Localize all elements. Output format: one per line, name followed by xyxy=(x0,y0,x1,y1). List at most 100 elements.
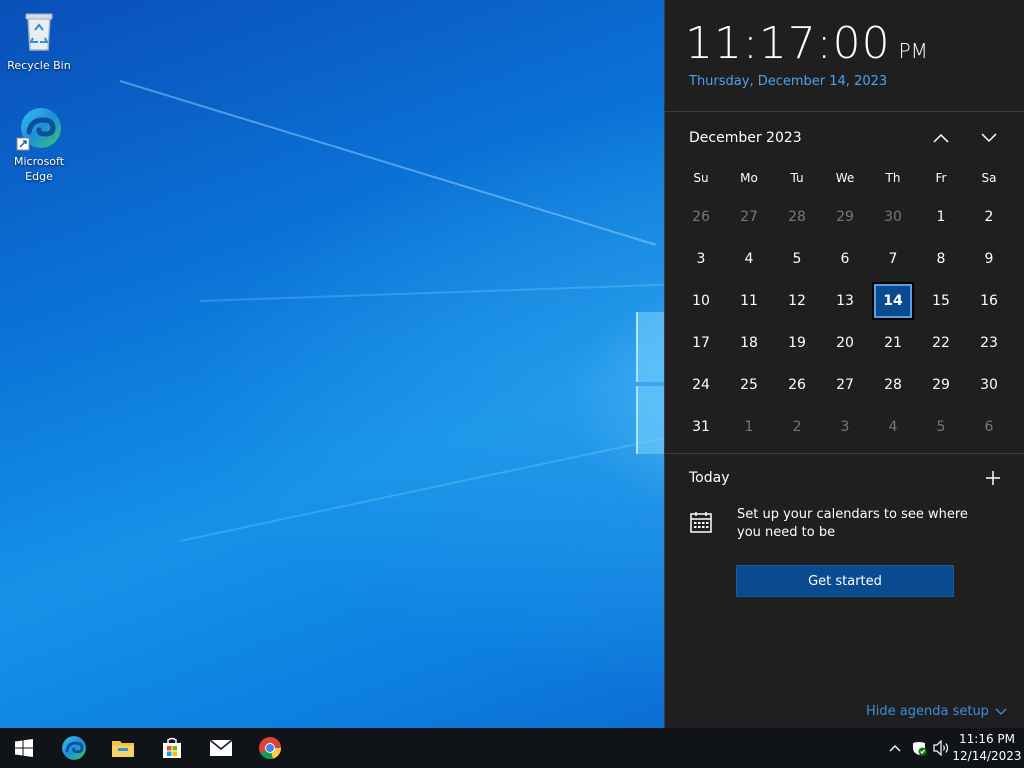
calendar-day-outside-month[interactable]: 3 xyxy=(821,406,869,448)
calendar-day-outside-month[interactable]: 2 xyxy=(773,406,821,448)
weekday-header: Mo xyxy=(740,171,758,185)
previous-month-button[interactable] xyxy=(925,124,957,152)
taskbar-store-button[interactable] xyxy=(148,728,196,768)
chevron-up-icon xyxy=(889,745,901,752)
desktop-icon-label: Microsoft Edge xyxy=(13,155,65,183)
calendar-day-outside-month[interactable]: 29 xyxy=(821,196,869,238)
start-button[interactable] xyxy=(0,728,48,768)
taskbar-time: 11:16 PM xyxy=(959,732,1015,746)
calendar-day[interactable]: 26 xyxy=(773,364,821,406)
wallpaper-beam xyxy=(179,436,670,542)
agenda-today-label: Today xyxy=(689,470,730,486)
calendar-day[interactable]: 5 xyxy=(773,238,821,280)
start-icon xyxy=(15,739,33,757)
divider xyxy=(665,453,1024,454)
calendar-day[interactable]: 7 xyxy=(869,238,917,280)
calendar-flyout: 11:17:00 PM Thursday, December 14, 2023 D… xyxy=(664,0,1024,728)
taskbar-file-explorer-button[interactable] xyxy=(99,728,147,768)
calendar-day[interactable]: 11 xyxy=(725,280,773,322)
volume-icon xyxy=(933,740,949,756)
calendar-day-today[interactable]: 14 xyxy=(869,280,917,322)
calendar-day-outside-month[interactable]: 1 xyxy=(725,406,773,448)
calendar-day[interactable]: 29 xyxy=(917,364,965,406)
calendar-day[interactable]: 2 xyxy=(965,196,1013,238)
calendar-day[interactable]: 22 xyxy=(917,322,965,364)
wallpaper-beam xyxy=(199,283,680,302)
calendar-day[interactable]: 9 xyxy=(965,238,1013,280)
next-month-button[interactable] xyxy=(973,124,1005,152)
weekday-header: We xyxy=(835,171,855,185)
agenda-setup-message: Set up your calendars to see where you n… xyxy=(737,507,968,540)
clock-ampm: PM xyxy=(898,39,928,63)
volume-tray-button[interactable] xyxy=(932,738,952,758)
calendar-day[interactable]: 12 xyxy=(773,280,821,322)
chrome-icon xyxy=(259,737,281,760)
calendar-day-number: 14 xyxy=(872,282,914,320)
edge-icon xyxy=(62,736,86,760)
clock-time: 11:17:00 xyxy=(685,18,891,69)
clock-date-link[interactable]: Thursday, December 14, 2023 xyxy=(689,74,887,89)
chevron-down-icon xyxy=(981,133,997,143)
weekday-header: Tu xyxy=(790,171,804,185)
calendar-grid: Su Mo Tu We Th Fr Sa 26 27 28 29 30 1 2 3 4 5 6 7 8 9 10 11 12 1… xyxy=(677,160,1013,448)
calendar-day[interactable]: 19 xyxy=(773,322,821,364)
calendar-day[interactable]: 17 xyxy=(677,322,725,364)
plus-icon xyxy=(986,471,1000,485)
calendar-day[interactable]: 1 xyxy=(917,196,965,238)
taskbar-clock[interactable]: 11:16 PM 12/14/2023 xyxy=(952,731,1022,765)
calendar-day[interactable]: 15 xyxy=(917,280,965,322)
calendar-day[interactable]: 6 xyxy=(821,238,869,280)
calendar-day[interactable]: 31 xyxy=(677,406,725,448)
security-icon xyxy=(913,742,927,756)
chevron-down-icon xyxy=(995,708,1007,715)
calendar-day[interactable]: 10 xyxy=(677,280,725,322)
get-started-button[interactable]: Get started xyxy=(736,565,954,597)
hide-agenda-label: Hide agenda setup xyxy=(866,704,989,719)
wallpaper-logo xyxy=(636,312,664,382)
weekday-header: Th xyxy=(885,171,901,185)
calendar-day-outside-month[interactable]: 4 xyxy=(869,406,917,448)
hide-agenda-setup-link[interactable]: Hide agenda setup xyxy=(866,704,1007,719)
calendar-day[interactable]: 3 xyxy=(677,238,725,280)
calendar-day[interactable]: 28 xyxy=(869,364,917,406)
desktop-icon-microsoft-edge[interactable]: Microsoft Edge xyxy=(1,104,77,184)
calendar-day[interactable]: 18 xyxy=(725,322,773,364)
calendar-day[interactable]: 16 xyxy=(965,280,1013,322)
taskbar: 11:16 PM 12/14/2023 xyxy=(0,728,1024,768)
divider xyxy=(665,111,1024,112)
edge-icon xyxy=(15,104,63,152)
calendar-day[interactable]: 21 xyxy=(869,322,917,364)
calendar-day-outside-month[interactable]: 26 xyxy=(677,196,725,238)
wallpaper-logo xyxy=(636,386,664,454)
weekday-header: Fr xyxy=(935,171,947,185)
store-icon xyxy=(163,737,181,758)
calendar-day-outside-month[interactable]: 30 xyxy=(869,196,917,238)
calendar-day-outside-month[interactable]: 28 xyxy=(773,196,821,238)
mail-icon xyxy=(209,739,233,756)
calendar-day[interactable]: 20 xyxy=(821,322,869,364)
taskbar-mail-button[interactable] xyxy=(197,728,245,768)
windows-security-tray-button[interactable] xyxy=(909,738,929,758)
taskbar-edge-button[interactable] xyxy=(50,728,98,768)
desktop-icon-recycle-bin[interactable]: Recycle Bin xyxy=(1,8,77,73)
calendar-day[interactable]: 30 xyxy=(965,364,1013,406)
taskbar-date: 12/14/2023 xyxy=(952,749,1022,763)
month-label[interactable]: December 2023 xyxy=(689,130,802,146)
calendar-day[interactable]: 27 xyxy=(821,364,869,406)
calendar-day-outside-month[interactable]: 27 xyxy=(725,196,773,238)
add-event-button[interactable] xyxy=(981,466,1005,490)
calendar-day[interactable]: 25 xyxy=(725,364,773,406)
calendar-day[interactable]: 8 xyxy=(917,238,965,280)
wallpaper-beam xyxy=(119,80,656,246)
calendar-day[interactable]: 13 xyxy=(821,280,869,322)
taskbar-chrome-button[interactable] xyxy=(246,728,294,768)
file-explorer-icon xyxy=(112,741,134,757)
calendar-day-outside-month[interactable]: 6 xyxy=(965,406,1013,448)
show-hidden-icons-button[interactable] xyxy=(885,738,905,758)
calendar-day-outside-month[interactable]: 5 xyxy=(917,406,965,448)
calendar-day[interactable]: 24 xyxy=(677,364,725,406)
calendar-day[interactable]: 4 xyxy=(725,238,773,280)
calendar-day[interactable]: 23 xyxy=(965,322,1013,364)
flyout-clock: 11:17:00 PM xyxy=(685,18,928,69)
calendar-icon xyxy=(689,510,713,538)
